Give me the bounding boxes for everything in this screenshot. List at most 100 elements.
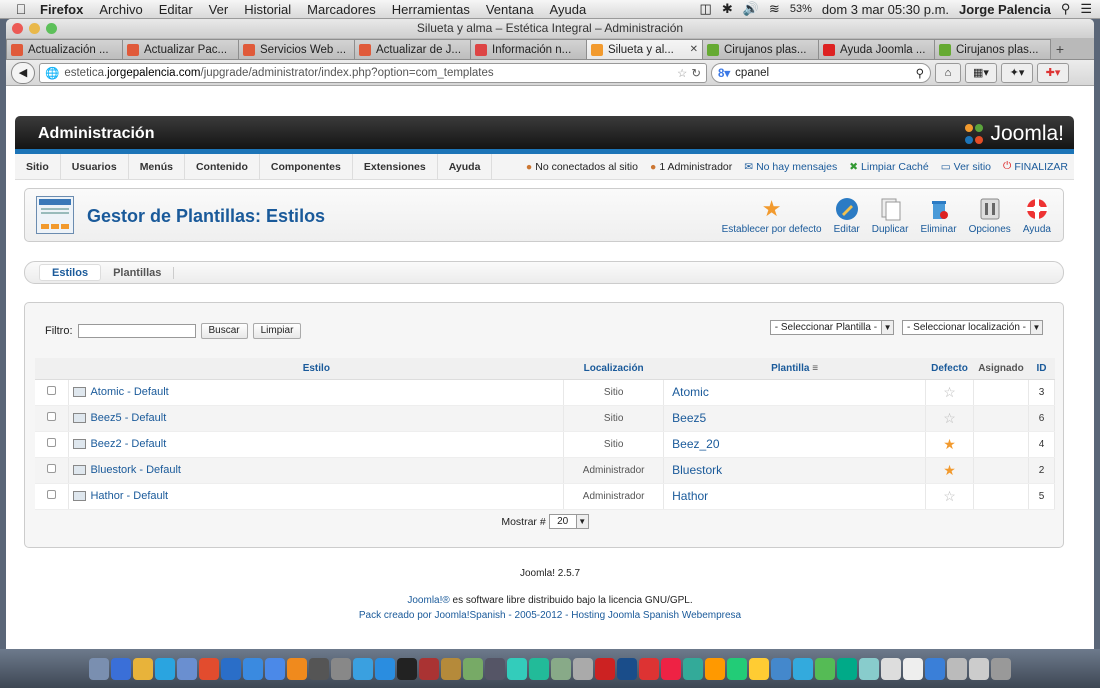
location-select[interactable]: - Seleccionar localización - ▼ — [902, 320, 1043, 335]
dock-app-icon[interactable] — [375, 657, 395, 680]
dock-app-icon[interactable] — [793, 657, 813, 680]
logout-link[interactable]: ⏻ FINALIZAR — [1003, 160, 1068, 173]
set-default-button[interactable]: ★ Establecer por defecto — [716, 196, 828, 235]
menu-sitio[interactable]: Sitio — [15, 153, 61, 180]
google-icon[interactable]: 8▾ — [718, 66, 730, 80]
joomla-link[interactable]: Joomla!® — [407, 595, 449, 606]
bluetooth-icon[interactable]: ✱ — [722, 1, 733, 17]
style-link[interactable]: Atomic - Default — [69, 386, 563, 398]
dock-app-icon[interactable] — [265, 657, 285, 680]
browser-tab[interactable]: Información n... — [470, 39, 587, 59]
menu-herramientas[interactable]: Herramientas — [384, 2, 478, 17]
style-link[interactable]: Hathor - Default — [69, 490, 563, 502]
row-checkbox[interactable] — [47, 386, 57, 395]
template-link[interactable]: Hathor — [663, 483, 926, 510]
reload-icon[interactable]: ↻ — [691, 66, 701, 80]
dock-app-icon[interactable] — [287, 657, 307, 680]
dock-app-icon[interactable] — [177, 657, 197, 680]
messages-link[interactable]: ✉ No hay mensajes — [744, 161, 837, 173]
dock-app-icon[interactable] — [727, 657, 747, 680]
search-button[interactable]: Buscar — [200, 323, 248, 339]
clear-cache-link[interactable]: ✖ Limpiar Caché — [849, 161, 929, 173]
template-select[interactable]: - Seleccionar Plantilla - ▼ — [769, 320, 895, 335]
close-window-icon[interactable] — [12, 23, 23, 34]
default-star-icon[interactable]: ★ — [943, 436, 956, 452]
home-icon[interactable]: ⌂ — [935, 62, 961, 83]
dock-app-icon[interactable] — [947, 657, 967, 680]
row-checkbox[interactable] — [47, 464, 57, 473]
filter-input[interactable] — [77, 324, 196, 338]
template-link[interactable]: Bluestork — [663, 457, 926, 484]
user-name[interactable]: Jorge Palencia — [959, 2, 1051, 17]
dock-app-icon[interactable] — [595, 657, 615, 680]
menu-historial[interactable]: Historial — [236, 2, 299, 17]
spotlight-icon[interactable]: ⚲ — [1061, 1, 1071, 17]
clear-button[interactable]: Limpiar — [252, 323, 302, 339]
dock-app-icon[interactable] — [507, 657, 527, 680]
menu-extensiones[interactable]: Extensiones — [353, 153, 438, 180]
dock-app-icon[interactable] — [705, 657, 725, 680]
template-link[interactable]: Beez_20 — [663, 431, 926, 458]
dock-app-icon[interactable] — [771, 657, 791, 680]
new-tab-icon[interactable]: + — [1050, 39, 1070, 59]
dock-app-icon[interactable] — [925, 657, 945, 680]
dock-app-icon[interactable] — [155, 657, 175, 680]
row-checkbox[interactable] — [47, 438, 57, 447]
menu-usuarios[interactable]: Usuarios — [61, 153, 129, 180]
dock-app-icon[interactable] — [419, 657, 439, 680]
bookmark-star-icon[interactable]: ☆ — [677, 66, 687, 80]
dock-app-icon[interactable] — [463, 657, 483, 680]
zoom-window-icon[interactable] — [46, 23, 57, 34]
dock-app-icon[interactable] — [243, 657, 263, 680]
search-bar[interactable]: 8▾ cpanel ⚲ — [711, 62, 931, 83]
browser-tab[interactable]: Silueta y al... ✕ — [586, 39, 703, 59]
back-arrow-icon[interactable]: ◀ — [11, 61, 35, 84]
dock-app-icon[interactable] — [617, 657, 637, 680]
template-link[interactable]: Beez5 — [663, 405, 926, 432]
view-site-link[interactable]: ▭ Ver sitio — [941, 161, 991, 173]
close-tab-icon[interactable]: ✕ — [690, 44, 698, 55]
col-style[interactable]: Estilo — [68, 358, 564, 380]
dock-app-icon[interactable] — [903, 657, 923, 680]
not-default-star-icon[interactable]: ☆ — [943, 488, 956, 504]
dock-app-icon[interactable] — [331, 657, 351, 680]
duplicate-button[interactable]: Duplicar — [866, 197, 915, 235]
dock-app-icon[interactable] — [683, 657, 703, 680]
dock-app-icon[interactable] — [485, 657, 505, 680]
col-default[interactable]: Defecto — [925, 358, 974, 380]
apple-icon[interactable]:  — [10, 1, 32, 17]
menu-archivo[interactable]: Archivo — [91, 2, 150, 17]
dock-app-icon[interactable] — [221, 657, 241, 680]
default-star-icon[interactable]: ★ — [943, 462, 956, 478]
page-size-select[interactable]: 20 ▼ — [548, 514, 589, 529]
volume-icon[interactable]: 🔊 — [743, 1, 759, 17]
app-menu[interactable]: Firefox — [32, 2, 91, 17]
menu-ayuda[interactable]: Ayuda — [542, 2, 595, 17]
dock-app-icon[interactable] — [837, 657, 857, 680]
dock-app-icon[interactable] — [199, 657, 219, 680]
dock-app-icon[interactable] — [529, 657, 549, 680]
browser-tab[interactable]: Cirujanos plas... — [702, 39, 819, 59]
clock[interactable]: dom 3 mar 05:30 p.m. — [822, 2, 949, 17]
help-button[interactable]: Ayuda — [1017, 197, 1057, 235]
dock-app-icon[interactable] — [859, 657, 879, 680]
menu-menus[interactable]: Menús — [129, 153, 185, 180]
dock-app-icon[interactable] — [89, 657, 109, 680]
dock-app-icon[interactable] — [551, 657, 571, 680]
style-link[interactable]: Beez5 - Default — [69, 412, 563, 424]
dock-app-icon[interactable] — [397, 657, 417, 680]
dock-app-icon[interactable] — [353, 657, 373, 680]
edit-button[interactable]: Editar — [828, 197, 866, 235]
extensions-icon[interactable]: ✦▾ — [1001, 62, 1033, 83]
col-id[interactable]: ID — [1028, 358, 1055, 380]
search-icon[interactable]: ⚲ — [916, 66, 924, 80]
dock-app-icon[interactable] — [639, 657, 659, 680]
dock-app-icon[interactable] — [441, 657, 461, 680]
notifications-icon[interactable]: ☰ — [1080, 1, 1092, 17]
menu-componentes[interactable]: Componentes — [260, 153, 353, 180]
tab-estilos[interactable]: Estilos — [39, 264, 102, 281]
battery-status[interactable]: 53% — [790, 3, 812, 15]
col-template[interactable]: Plantilla ≡ — [663, 358, 926, 380]
browser-tab[interactable]: Actualizar Pac... — [122, 39, 239, 59]
menu-marcadores[interactable]: Marcadores — [299, 2, 384, 17]
